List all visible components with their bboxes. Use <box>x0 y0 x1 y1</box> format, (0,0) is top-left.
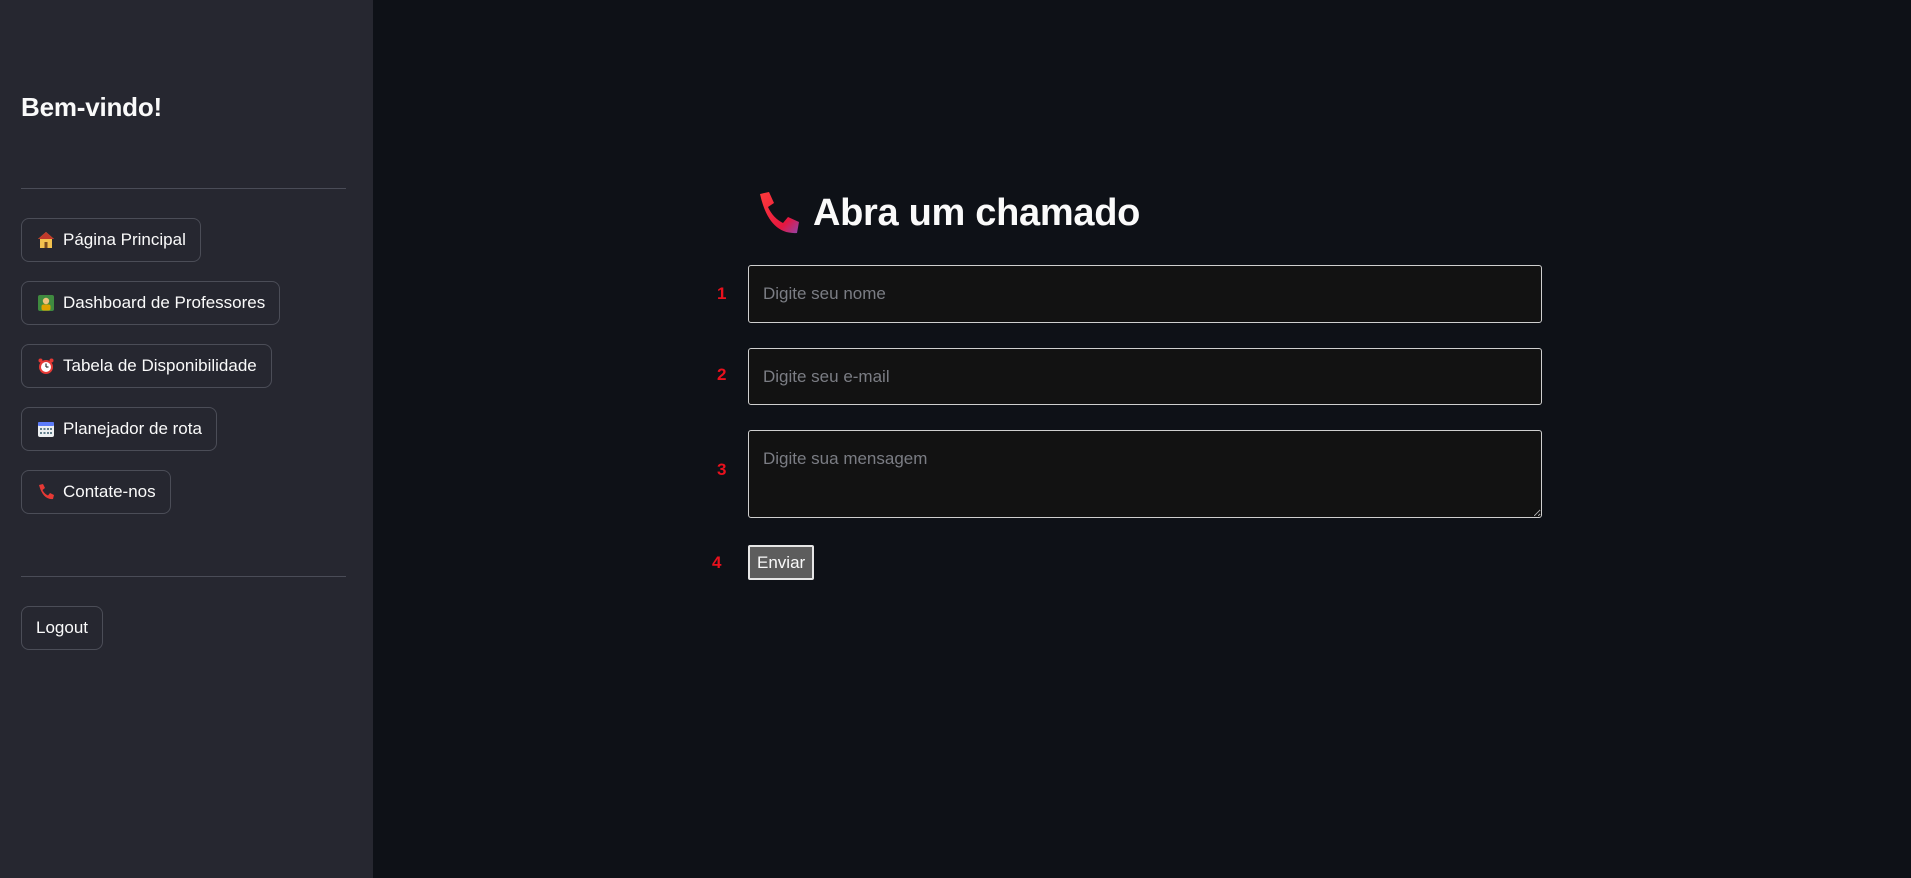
nav-button-label: Planejador de rota <box>63 419 202 438</box>
sidebar-nav-item: Dashboard de Professores <box>21 281 281 344</box>
telephone-receiver-icon <box>37 483 55 501</box>
nav-button-tabela-disponibilidade[interactable]: Tabela de Disponibilidade <box>21 344 272 388</box>
page-title: Abra um chamado <box>813 191 1141 234</box>
sidebar-nav-item: Tabela de Disponibilidade <box>21 344 280 407</box>
alarm-clock-icon <box>37 357 55 375</box>
title-row: Abra um chamado <box>755 190 1140 236</box>
sidebar-nav-item: Contate-nos <box>21 470 280 533</box>
telephone-receiver-icon <box>755 190 801 236</box>
nav-button-dashboard-professores[interactable]: Dashboard de Professores <box>21 281 281 325</box>
welcome-heading: Bem-vindo! <box>21 92 163 122</box>
step-number: 1 <box>717 284 727 303</box>
nav-button-label: Página Principal <box>63 230 186 249</box>
main-content: Abra um chamado 1 2 3 4 Enviar <box>373 0 1911 878</box>
email-input[interactable] <box>748 348 1542 405</box>
step-number: 3 <box>717 460 727 479</box>
submit-button[interactable]: Enviar <box>748 545 815 580</box>
step-number: 2 <box>717 365 727 384</box>
house-icon <box>37 231 55 249</box>
calendar-icon <box>37 420 55 438</box>
sidebar: Bem-vindo! Página Principal Dashboard de… <box>0 0 373 878</box>
sidebar-divider <box>21 576 346 577</box>
name-input[interactable] <box>748 265 1542 323</box>
sidebar-nav-item: Planejador de rota <box>21 407 280 470</box>
step-number: 4 <box>712 553 722 572</box>
message-textarea[interactable] <box>748 430 1542 518</box>
nav-button-label: Tabela de Disponibilidade <box>63 356 257 375</box>
nav-button-planejador-rota[interactable]: Planejador de rota <box>21 407 217 451</box>
app-window: Bem-vindo! Página Principal Dashboard de… <box>0 0 1911 878</box>
nav-button-pagina-principal[interactable]: Página Principal <box>21 218 201 262</box>
logout-button[interactable]: Logout <box>21 606 103 650</box>
nav-button-label: Dashboard de Professores <box>63 293 266 312</box>
nav-button-label: Contate-nos <box>63 482 156 501</box>
sidebar-nav-item: Página Principal <box>21 218 280 281</box>
sidebar-nav: Página Principal Dashboard de Professore… <box>21 218 281 533</box>
nav-button-contate-nos[interactable]: Contate-nos <box>21 470 171 514</box>
teacher-icon <box>37 294 55 312</box>
sidebar-divider <box>21 188 346 189</box>
